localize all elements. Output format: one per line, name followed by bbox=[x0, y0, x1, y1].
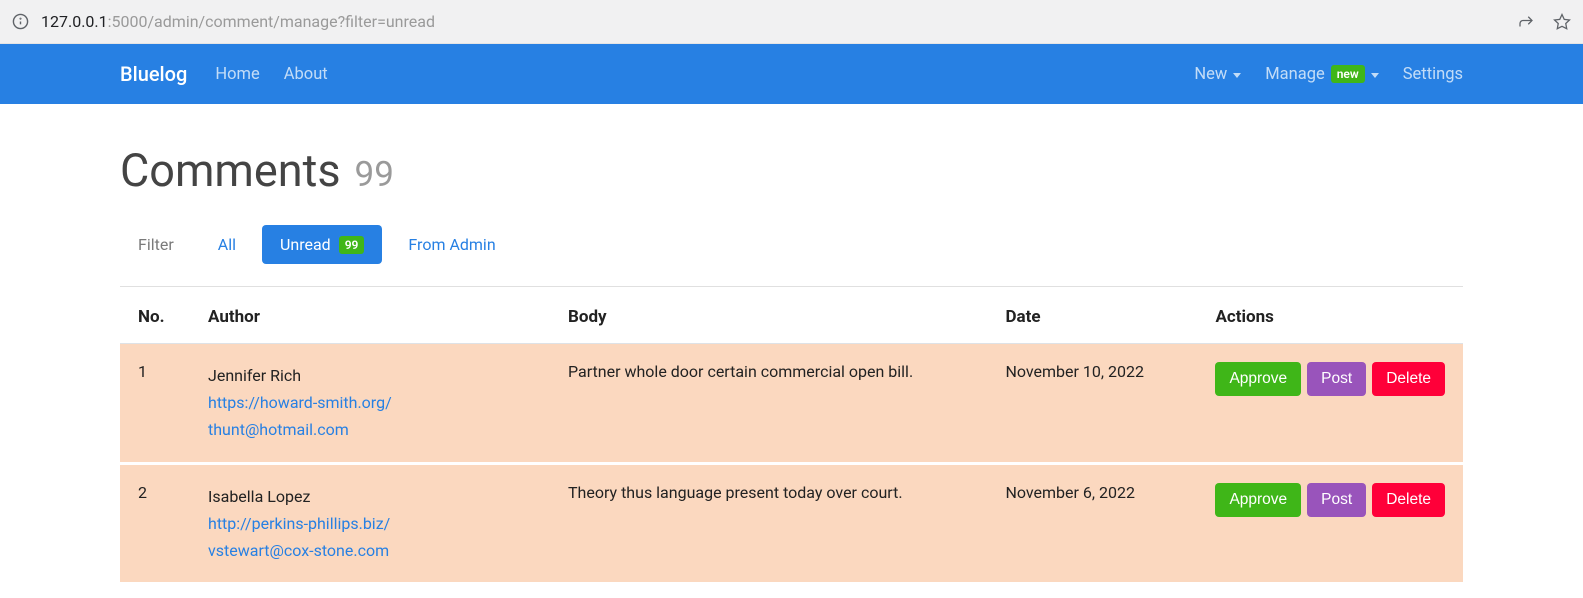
filter-unread-label: Unread bbox=[280, 235, 331, 254]
brand[interactable]: Bluelog bbox=[120, 62, 187, 86]
url-text[interactable]: 127.0.0.1:5000/admin/comment/manage?filt… bbox=[41, 12, 1505, 31]
cell-author: Jennifer Richhttps://howard-smith.org/th… bbox=[190, 344, 550, 464]
filter-from-admin[interactable]: From Admin bbox=[390, 225, 513, 264]
author-url[interactable]: http://perkins-phillips.biz/ bbox=[208, 510, 532, 537]
delete-button[interactable]: Delete bbox=[1372, 483, 1445, 517]
cell-body: Partner whole door certain commercial op… bbox=[550, 344, 987, 464]
cell-date: November 6, 2022 bbox=[987, 463, 1197, 582]
th-author: Author bbox=[190, 291, 550, 344]
table-row: 1Jennifer Richhttps://howard-smith.org/t… bbox=[120, 344, 1463, 464]
star-icon[interactable] bbox=[1553, 13, 1571, 31]
cell-date: November 10, 2022 bbox=[987, 344, 1197, 464]
nav-settings[interactable]: Settings bbox=[1403, 65, 1463, 84]
cell-actions: ApprovePostDelete bbox=[1197, 463, 1463, 582]
cell-author: Isabella Lopezhttp://perkins-phillips.bi… bbox=[190, 463, 550, 582]
filter-pills: Filter All Unread 99 From Admin bbox=[120, 225, 1463, 287]
info-icon bbox=[12, 13, 29, 30]
author-name: Isabella Lopez bbox=[208, 483, 532, 510]
author-email[interactable]: vstewart@cox-stone.com bbox=[208, 537, 532, 564]
author-name: Jennifer Rich bbox=[208, 362, 532, 389]
page-title-wrap: Comments 99 bbox=[120, 144, 1463, 197]
th-date: Date bbox=[987, 291, 1197, 344]
nav-home[interactable]: Home bbox=[215, 65, 259, 84]
chevron-down-icon bbox=[1371, 73, 1379, 78]
nav-manage-dropdown[interactable]: Manage new bbox=[1265, 65, 1379, 84]
delete-button[interactable]: Delete bbox=[1372, 362, 1445, 396]
post-button[interactable]: Post bbox=[1307, 483, 1366, 517]
cell-no: 1 bbox=[120, 344, 190, 464]
cell-no: 2 bbox=[120, 463, 190, 582]
nav-manage-label: Manage bbox=[1265, 65, 1324, 84]
browser-address-bar: 127.0.0.1:5000/admin/comment/manage?filt… bbox=[0, 0, 1583, 44]
filter-label: Filter bbox=[120, 225, 192, 264]
nav-about[interactable]: About bbox=[284, 65, 328, 84]
navbar: Bluelog Home About New Manage new Settin… bbox=[0, 44, 1583, 104]
approve-button[interactable]: Approve bbox=[1215, 362, 1301, 396]
nav-new-label: New bbox=[1194, 65, 1227, 84]
chevron-down-icon bbox=[1233, 73, 1241, 78]
th-no: No. bbox=[120, 291, 190, 344]
page-title: Comments bbox=[120, 144, 341, 197]
nav-manage-badge: new bbox=[1331, 65, 1365, 83]
comments-table: No. Author Body Date Actions 1Jennifer R… bbox=[120, 291, 1463, 582]
nav-new-dropdown[interactable]: New bbox=[1194, 65, 1241, 84]
cell-body: Theory thus language present today over … bbox=[550, 463, 987, 582]
table-row: 2Isabella Lopezhttp://perkins-phillips.b… bbox=[120, 463, 1463, 582]
share-icon[interactable] bbox=[1517, 13, 1535, 31]
approve-button[interactable]: Approve bbox=[1215, 483, 1301, 517]
filter-all[interactable]: All bbox=[200, 225, 254, 264]
cell-actions: ApprovePostDelete bbox=[1197, 344, 1463, 464]
post-button[interactable]: Post bbox=[1307, 362, 1366, 396]
author-url[interactable]: https://howard-smith.org/ bbox=[208, 389, 532, 416]
th-body: Body bbox=[550, 291, 987, 344]
author-email[interactable]: thunt@hotmail.com bbox=[208, 416, 532, 443]
table-header-row: No. Author Body Date Actions bbox=[120, 291, 1463, 344]
filter-unread[interactable]: Unread 99 bbox=[262, 225, 382, 264]
page-title-count: 99 bbox=[355, 154, 394, 195]
filter-unread-badge: 99 bbox=[339, 236, 365, 254]
th-actions: Actions bbox=[1197, 291, 1463, 344]
